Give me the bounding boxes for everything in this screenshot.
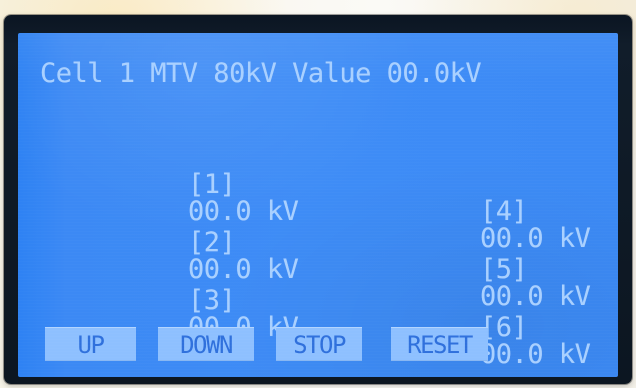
stop-button[interactable]: STOP [276,327,362,361]
reading-row-3: [3] 00.0 kV [6] 00.0 kV [62,233,591,368]
down-button[interactable]: DOWN [158,327,254,361]
lcd-screen: Cell 1 MTV 80kV Value 00.0kV [1] 00.0 kV… [18,33,618,377]
display-header: Cell 1 MTV 80kV Value 00.0kV [40,58,482,89]
photo-background: Cell 1 MTV 80kV Value 00.0kV [1] 00.0 kV… [0,0,636,388]
reading-6-value: 00.0 kV [480,339,591,370]
up-button[interactable]: UP [45,327,136,361]
reset-button[interactable]: RESET [391,327,488,361]
